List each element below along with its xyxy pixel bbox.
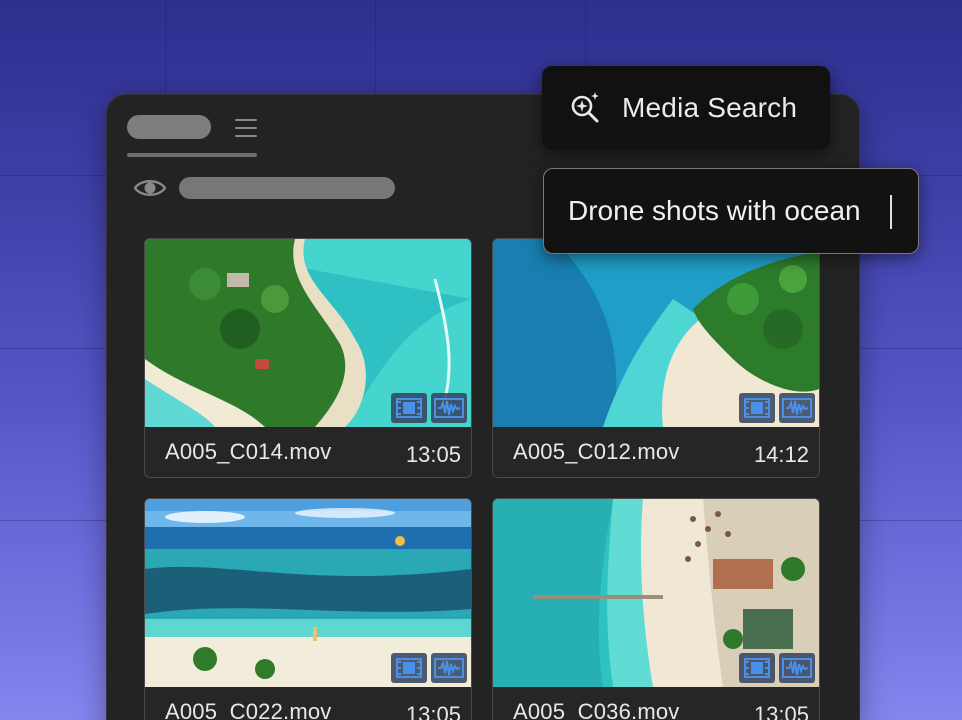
film-icon xyxy=(739,393,775,423)
film-icon xyxy=(391,393,427,423)
background-grid-line xyxy=(0,520,110,521)
media-search-tooltip[interactable]: Media Search xyxy=(542,66,830,150)
film-icon xyxy=(391,653,427,683)
active-tab-underline xyxy=(127,153,257,157)
clip-caption: A005_C036.mov 13:05 xyxy=(493,687,819,720)
clip-duration: 14:12 xyxy=(753,442,809,467)
audio-waveform-icon xyxy=(431,393,467,423)
background-grid-line xyxy=(585,0,586,66)
background-grid-line xyxy=(375,0,376,94)
hamburger-menu-icon[interactable] xyxy=(235,118,257,138)
background-grid-line xyxy=(165,0,166,94)
film-icon xyxy=(739,653,775,683)
background-grid-line xyxy=(860,348,962,349)
filter-bar-placeholder[interactable] xyxy=(179,177,395,199)
clip-caption: A005_C012.mov 14:12 xyxy=(493,427,819,477)
background-grid-line xyxy=(0,348,110,349)
clip-caption: A005_C022.mov 13:05 xyxy=(145,687,471,720)
background-grid-line xyxy=(860,520,962,521)
clip-thumbnail xyxy=(493,239,819,427)
text-caret xyxy=(890,195,892,229)
clip-badges xyxy=(739,393,815,423)
clip-filename: A005_C012.mov xyxy=(513,439,680,464)
clip-filename: A005_C014.mov xyxy=(165,439,332,464)
search-query-input[interactable]: Drone shots with ocean xyxy=(568,195,908,227)
clip-filename: A005_C022.mov xyxy=(165,699,332,720)
clip-badges xyxy=(391,653,467,683)
media-search-query-box[interactable]: Drone shots with ocean xyxy=(543,168,919,254)
clip-duration: 13:05 xyxy=(405,702,461,720)
audio-waveform-icon xyxy=(779,393,815,423)
eye-icon[interactable] xyxy=(133,175,167,201)
clip-duration: 13:05 xyxy=(405,442,461,467)
clip-card[interactable]: A005_C014.mov 13:05 xyxy=(144,238,472,478)
clip-caption: A005_C014.mov 13:05 xyxy=(145,427,471,477)
clip-card[interactable]: A005_C022.mov 13:05 xyxy=(144,498,472,720)
audio-waveform-icon xyxy=(779,653,815,683)
clip-badges xyxy=(391,393,467,423)
clip-card[interactable]: A005_C036.mov 13:05 xyxy=(492,498,820,720)
clip-card[interactable]: A005_C012.mov 14:12 xyxy=(492,238,820,478)
tab-placeholder[interactable] xyxy=(127,115,211,139)
clip-thumbnail xyxy=(493,499,819,687)
sparkle-search-icon xyxy=(568,90,602,126)
clip-thumbnail xyxy=(145,499,471,687)
clip-thumbnail xyxy=(145,239,471,427)
audio-waveform-icon xyxy=(431,653,467,683)
clip-badges xyxy=(739,653,815,683)
clip-filename: A005_C036.mov xyxy=(513,699,680,720)
clip-duration: 13:05 xyxy=(753,702,809,720)
media-search-label: Media Search xyxy=(622,92,798,123)
